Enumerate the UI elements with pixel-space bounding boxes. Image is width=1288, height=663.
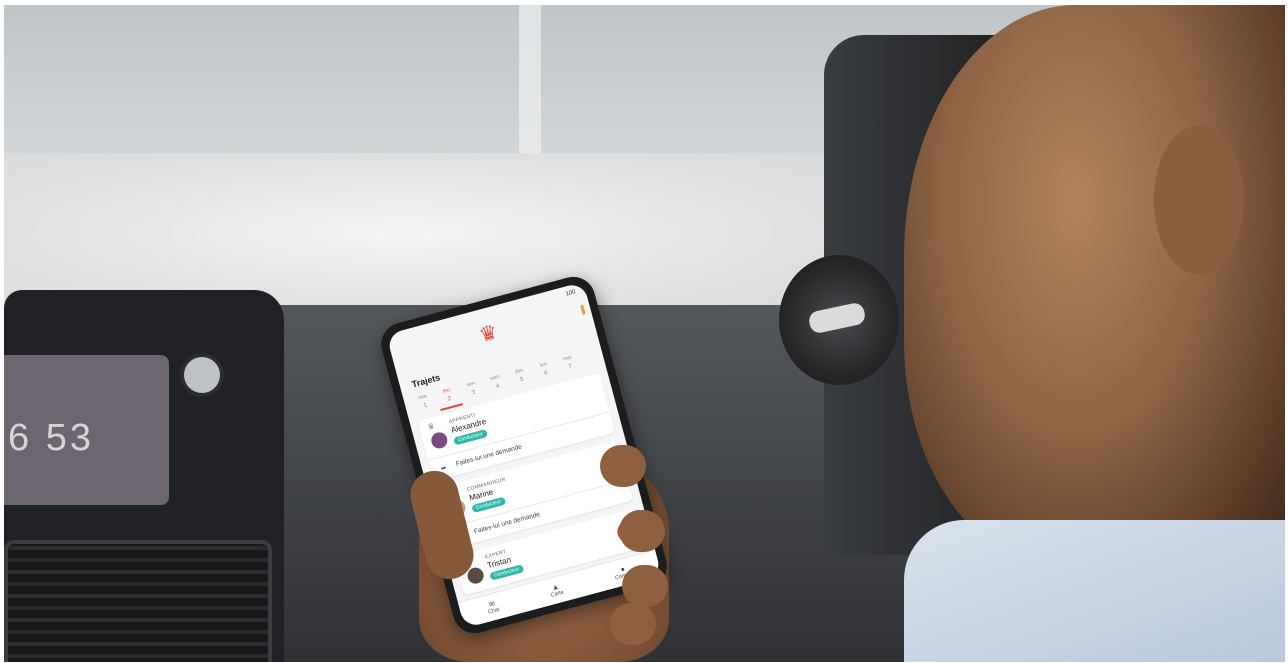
driver-ear bbox=[1154, 125, 1244, 275]
tab-map[interactable]: ▲ Carte bbox=[548, 582, 565, 598]
finger bbox=[600, 445, 646, 487]
day-tab[interactable]: mar. 1 bbox=[411, 390, 438, 415]
driver-head bbox=[904, 5, 1285, 565]
finger bbox=[622, 565, 668, 607]
menu-icon[interactable] bbox=[580, 304, 586, 316]
volume-knob bbox=[180, 353, 224, 397]
day-tab[interactable]: dim. 5 bbox=[508, 364, 535, 389]
day-tab[interactable]: lun. 6 bbox=[532, 358, 559, 383]
screen-clock: 6 53 bbox=[8, 417, 94, 459]
crown-logo-icon: ♛ bbox=[476, 321, 500, 348]
day-tab[interactable]: ven. 3 bbox=[459, 377, 486, 402]
request-link[interactable]: Faites-lui une demande bbox=[473, 511, 540, 535]
avatar bbox=[429, 430, 450, 451]
page-title: Trajets bbox=[410, 372, 442, 390]
status-bar: 100 bbox=[565, 289, 577, 298]
day-tab-selected[interactable]: jeu. 2 bbox=[435, 383, 464, 412]
request-link[interactable]: Faites-lui une demande bbox=[455, 443, 522, 467]
day-tab[interactable]: mar. 7 bbox=[556, 351, 583, 376]
window-reflection bbox=[519, 5, 541, 155]
day-tab[interactable]: sam. 4 bbox=[483, 371, 510, 396]
car-interior-photo: 6 53 100 ♛ Trajets mar. 1 jeu. 2 ven. 3 sam… bbox=[4, 5, 1285, 662]
rank-icon: ♛ bbox=[426, 421, 436, 432]
driver-shirt bbox=[904, 520, 1285, 662]
finger bbox=[619, 510, 665, 552]
finger bbox=[610, 603, 656, 645]
tab-chat[interactable]: ✉ Chat bbox=[485, 599, 500, 616]
center-air-vent bbox=[4, 540, 272, 662]
